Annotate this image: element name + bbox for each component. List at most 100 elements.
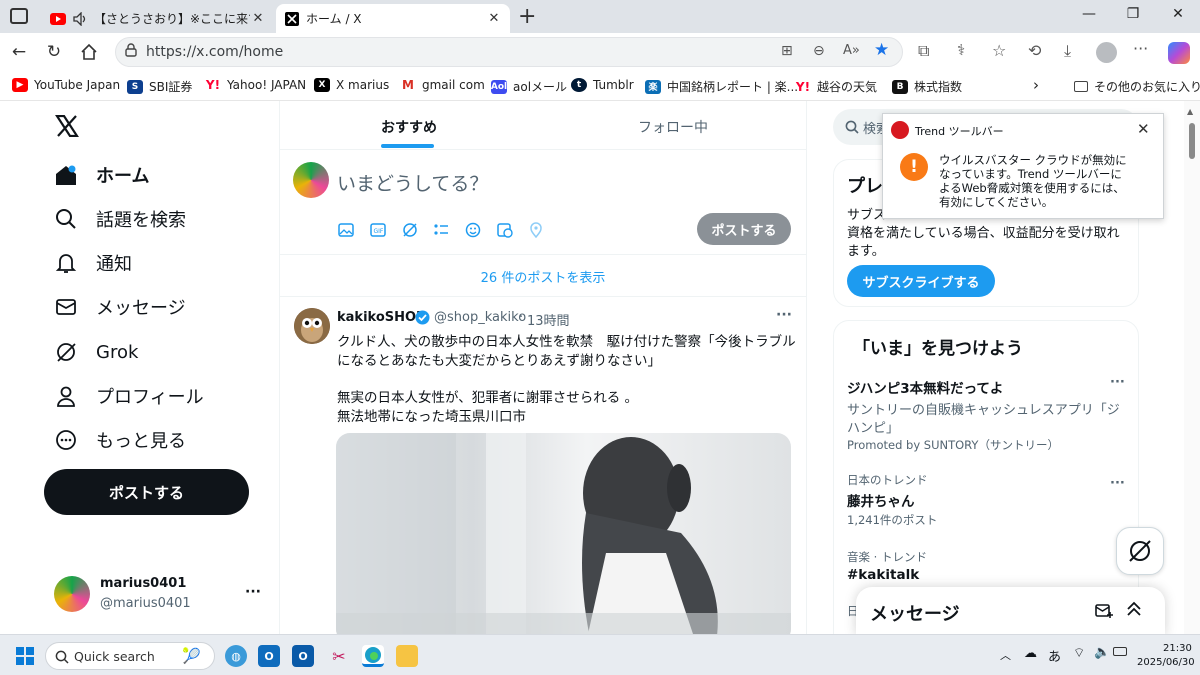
location-icon[interactable] (527, 221, 545, 239)
app-available-icon[interactable]: ⊞ (781, 43, 793, 59)
expand-drawer-icon[interactable] (1126, 601, 1142, 621)
show-new-posts-link[interactable]: 26 件のポストを表示 (280, 267, 806, 286)
url-text[interactable]: https://x.com/home (146, 44, 283, 60)
post-time[interactable]: 13時間 (527, 310, 570, 329)
tab-close-icon[interactable]: ✕ (250, 11, 266, 26)
zoom-icon[interactable]: ⊖ (813, 43, 825, 59)
tab-following[interactable]: フォロー中 (638, 117, 708, 137)
copilot-icon[interactable] (1168, 42, 1190, 64)
scrollbar-thumb[interactable] (1189, 123, 1195, 159)
nav-messages[interactable]: メッセージ (54, 292, 186, 322)
new-tab-button[interactable]: + (518, 4, 536, 29)
youtube-icon: ▶ (12, 78, 28, 92)
bookmarks-overflow-chevron-icon[interactable]: › (1033, 76, 1039, 94)
extensions-icon[interactable]: ⧉ (918, 41, 929, 61)
post-button[interactable]: ポストする (44, 469, 249, 515)
post-more-icon[interactable]: ··· (776, 307, 792, 323)
nav-explore[interactable]: 話題を検索 (54, 204, 186, 234)
download-icon[interactable]: ⤓ (1064, 41, 1071, 61)
other-favorites-folder[interactable]: その他のお気に入り (1074, 78, 1200, 95)
trend-item[interactable]: ジハンピ3本無料だってよ ··· サントリーの自販機キャッシュレスアプリ「ジ ハ… (834, 369, 1138, 455)
file-explorer-icon[interactable] (396, 645, 418, 667)
nav-more[interactable]: もっと見る (54, 425, 186, 455)
trend-more-icon[interactable]: ··· (1110, 375, 1125, 390)
post-author-name[interactable]: kakikoSHOP (337, 310, 426, 325)
read-aloud-icon[interactable]: A» (843, 43, 860, 58)
page-scrollbar[interactable]: ▲ (1184, 101, 1200, 634)
globe-app-icon[interactable]: ◍ (225, 645, 247, 667)
bookmark-aol-mail[interactable]: Aol aolメール (491, 78, 567, 95)
more-menu-icon[interactable]: ··· (1133, 39, 1148, 58)
tab-actions-icon[interactable] (10, 8, 28, 24)
volume-icon[interactable]: 🔈 (1094, 645, 1110, 660)
scroll-up-arrow-icon[interactable]: ▲ (1187, 107, 1193, 116)
windows-start-icon[interactable] (16, 647, 34, 669)
back-arrow-icon[interactable]: ← (8, 41, 30, 63)
gif-icon[interactable]: GIF (369, 221, 387, 239)
history-icon[interactable]: ⟲ (1028, 41, 1041, 60)
clock-date[interactable]: 2025/06/30 (1137, 657, 1195, 668)
speaker-icon[interactable] (72, 11, 88, 27)
compose-post-button[interactable]: ポストする (697, 213, 791, 245)
edge-browser-icon[interactable] (362, 645, 384, 667)
grok-floating-button[interactable] (1116, 527, 1164, 575)
post-author-handle[interactable]: @shop_kakiko (434, 310, 526, 325)
clock-time[interactable]: 21:30 (1163, 643, 1192, 654)
nav-grok[interactable]: Grok (54, 337, 138, 367)
poll-icon[interactable] (432, 221, 450, 239)
messages-drawer[interactable]: メッセージ (856, 587, 1165, 635)
bookmark-stock-index[interactable]: B 株式指数 (892, 78, 962, 95)
schedule-icon[interactable] (496, 221, 514, 239)
account-more-icon[interactable]: ··· (245, 584, 261, 600)
compose-input[interactable]: いまどうしてる？ (337, 169, 488, 196)
close-window-button[interactable]: ✕ (1167, 6, 1189, 26)
post-image[interactable] (336, 433, 791, 634)
profile-avatar-icon[interactable] (1096, 42, 1117, 63)
image-icon[interactable] (337, 221, 355, 239)
nav-notifications[interactable]: 通知 (54, 248, 132, 278)
bookmark-gmail[interactable]: M gmail com (400, 78, 485, 92)
account-switcher[interactable]: marius0401 @marius0401 ··· (54, 574, 264, 614)
tab-close-icon[interactable]: ✕ (486, 11, 502, 26)
grok-compose-icon[interactable] (401, 221, 419, 239)
bookmark-sbi[interactable]: S SBI証券 (127, 78, 192, 95)
favorite-star-icon[interactable]: ★ (874, 40, 889, 60)
bookmark-youtube-japan[interactable]: ▶ YouTube Japan (12, 78, 120, 92)
ime-indicator[interactable]: あ (1048, 646, 1061, 665)
tab-for-you[interactable]: おすすめ (381, 117, 437, 137)
new-message-icon[interactable] (1095, 603, 1113, 623)
trend-more-icon[interactable]: ··· (1110, 476, 1125, 491)
nav-profile[interactable]: プロフィール (54, 381, 204, 411)
trend-item[interactable]: 日本のトレンド ··· 藤井ちゃん 1,241件のポスト (834, 466, 1138, 527)
trend-toolbar-icon[interactable]: ⚕ (957, 41, 965, 59)
snipping-tool-icon[interactable]: ✂ (328, 645, 350, 667)
bookmark-koshigaya-weather[interactable]: Y! 越谷の天気 (795, 78, 877, 95)
onedrive-cloud-icon[interactable]: ☁ (1024, 646, 1037, 661)
home-button-icon[interactable] (78, 41, 100, 63)
compose-avatar[interactable] (293, 162, 329, 198)
outlook-new-icon[interactable]: O (258, 645, 280, 667)
battery-icon[interactable] (1113, 647, 1127, 656)
bookmark-tumblr[interactable]: t Tumblr (571, 78, 634, 92)
lock-icon[interactable] (124, 43, 138, 61)
taskbar-search-box[interactable]: Quick search 🎾 (45, 642, 215, 670)
nav-home[interactable]: ホーム (54, 160, 149, 190)
wifi-icon[interactable]: ⌔ (1073, 645, 1085, 661)
outlook-classic-icon[interactable]: O (292, 645, 314, 667)
favorites-icon[interactable]: ☆ (992, 41, 1006, 60)
bookmark-x-marius[interactable]: X X marius (314, 78, 389, 92)
post-author-avatar[interactable] (294, 308, 330, 344)
subscribe-button[interactable]: サブスクライブする (847, 265, 995, 297)
maximize-button[interactable]: ❐ (1122, 6, 1144, 26)
reload-icon[interactable]: ↻ (43, 41, 65, 63)
bookmark-china-stock-report[interactable]: 楽 中国銘柄レポート | 楽... (645, 78, 798, 95)
emoji-icon[interactable] (464, 221, 482, 239)
tab-x-home[interactable]: ホーム / X ✕ (276, 4, 510, 33)
bookmark-yahoo-japan[interactable]: Y! Yahoo! JAPAN (205, 78, 306, 92)
popup-close-icon[interactable]: ✕ (1137, 120, 1150, 138)
show-hidden-icons-chevron[interactable]: ︿ (1000, 647, 1011, 663)
tab-youtube[interactable]: 【さとうさおり】※ここに来て衝撃の ✕ (42, 4, 274, 33)
trend-item[interactable]: 音楽 · トレンド #kakitalk (834, 543, 1138, 587)
x-logo-icon[interactable] (54, 114, 80, 141)
minimize-button[interactable]: — (1078, 6, 1100, 26)
